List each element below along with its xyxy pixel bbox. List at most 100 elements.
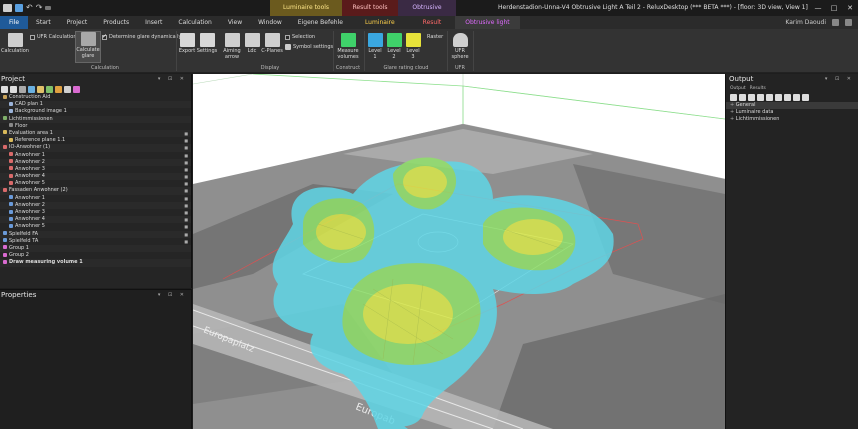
determine-glare-checkbox[interactable]: Determine glare dynamically [102,33,181,40]
aiming-arrow-button[interactable]: Aiming arrow [222,33,242,60]
menu-window[interactable]: Window [250,16,290,29]
tree-item[interactable]: Construction Aid [0,94,191,101]
tree-item[interactable]: Anwohner 2 ■ [0,201,191,209]
list-icon[interactable] [793,93,800,101]
context-tab-luminaire-tools[interactable]: Luminaire tools [270,0,342,16]
output-row-general[interactable]: + General [726,102,858,109]
view-icon[interactable] [739,93,746,101]
c-planes-button[interactable]: C-Planes [261,33,283,54]
tree-item[interactable]: Spielfeld TA ■ [0,238,191,245]
tab-output[interactable]: Output [730,86,746,91]
output-row-lichtimmissionen[interactable]: + Lichtimmissionen [726,116,858,123]
minimize-button[interactable]: — [810,0,826,16]
tree-item[interactable]: Anwohner 1 ■ [0,195,191,202]
level-1-button[interactable]: Level 1 [367,33,383,60]
menu-view[interactable]: View [220,16,250,29]
panel-controls[interactable]: ▾ ⊡ ✕ [158,290,187,300]
lock-icon[interactable]: ■ [184,144,188,151]
lock-icon[interactable]: ■ [184,130,188,137]
output-row-luminaire-data[interactable]: + Luminaire data [726,109,858,116]
area-icon[interactable] [46,85,53,93]
tree-item[interactable]: Lichtimmissionen [0,115,191,123]
tree-item[interactable]: Reference plane 1.1 ■ [0,137,191,144]
ldc-button[interactable]: Ldc [244,33,260,54]
menu-products[interactable]: Products [95,16,137,29]
table-icon[interactable] [784,93,791,101]
selection-checkbox[interactable]: Selection [285,34,315,40]
tree-item[interactable]: Anwohner 3 ■ [0,209,191,216]
pdf-icon[interactable] [748,93,755,101]
lock-icon[interactable]: ■ [184,180,188,187]
undo-icon[interactable]: ↶ [26,4,33,12]
ufr-sphere-button[interactable]: UFR sphere [450,33,470,60]
lock-icon[interactable]: ■ [184,223,188,230]
lock-icon[interactable]: ■ [184,137,188,144]
raster-button[interactable]: Raster [427,34,443,40]
tree-item[interactable]: Anwohner 5 ■ [0,180,191,187]
lock-icon[interactable]: ■ [184,216,188,223]
lock-icon[interactable]: ■ [184,195,188,202]
context-tab-result-tools[interactable]: Result tools [342,0,398,16]
layer-icon[interactable] [28,85,35,93]
tree-item[interactable]: Anwohner 3 ■ [0,166,191,173]
menu-project[interactable]: Project [59,16,96,29]
lock-icon[interactable]: ■ [184,159,188,166]
lock-icon[interactable]: ■ [184,187,188,194]
menu-calculation[interactable]: Calculation [170,16,219,29]
layout-icon[interactable] [802,93,809,101]
lock-icon[interactable]: ■ [184,238,188,245]
settings-button[interactable]: Settings [197,33,217,54]
panel-controls[interactable]: ▾ ⊡ ✕ [158,74,187,84]
folder-icon[interactable] [55,85,62,93]
menu-luminaire[interactable]: Luminaire [351,16,409,29]
menu-result[interactable]: Result [409,16,456,29]
tree-item[interactable]: Anwohner 2 ■ [0,158,191,166]
tree-item[interactable]: CAD plan 1 [0,101,191,109]
obtrusive-icon[interactable] [73,85,80,93]
save-icon[interactable] [15,4,23,12]
redo-icon[interactable]: ↷ [36,4,43,12]
help-icon[interactable] [832,19,839,26]
tree-item[interactable]: Draw measuring volume 1 [0,259,191,267]
collapse-icon[interactable] [19,85,26,93]
calculation-button[interactable]: Calculation [1,33,29,54]
menu-obtrusive-light[interactable]: Obtrusive light [455,16,520,29]
expand-icon[interactable] [10,85,17,93]
calculate-glare-button[interactable]: Calculate glare [75,31,101,63]
user-name[interactable]: Karim Daoudi [785,19,826,26]
ufr-calculation-checkbox[interactable]: UFR Calculation [30,34,77,40]
menu-file[interactable]: File [0,16,29,29]
tree-item[interactable]: Fassaden Anwohner (2) ■ [0,187,191,195]
filter-icon[interactable] [1,85,8,93]
close-button[interactable]: ✕ [842,0,858,16]
export-icon[interactable] [757,93,764,101]
customize-icon[interactable] [45,6,52,10]
options-icon[interactable] [845,19,852,26]
menu-start[interactable]: Start [28,16,59,29]
print-icon[interactable] [3,4,12,12]
lock-icon[interactable]: ■ [184,209,188,216]
level-2-button[interactable]: Level 2 [386,33,402,60]
luminaire-icon[interactable] [64,85,71,93]
export-button[interactable]: Export [179,33,195,54]
print-icon[interactable] [730,93,737,101]
tree-item[interactable]: Anwohner 5 ■ [0,223,191,230]
maximize-button[interactable]: □ [826,0,842,16]
lock-icon[interactable]: ■ [184,152,188,159]
3d-viewport[interactable]: Europaplatz Europab [193,74,725,429]
tree-item[interactable]: Anwohner 4 ■ [0,216,191,224]
menu-insert[interactable]: Insert [137,16,170,29]
tree-item[interactable]: Background image 1 [0,108,191,115]
tree-item[interactable]: Spielfeld FA ■ [0,230,191,238]
tree-item[interactable]: Group 1 [0,244,191,253]
tree-item[interactable]: Anwohner 4 ■ [0,173,191,181]
context-tab-obtrusive-light[interactable]: Obtrusive light [398,0,456,27]
lock-icon[interactable]: ■ [184,173,188,180]
group-icon[interactable] [37,85,44,93]
tree-item[interactable]: IO-Anwohner (1) ■ [0,144,191,152]
tab-results[interactable]: Results [750,86,766,91]
tree-item[interactable]: Evaluation area 1 ■ [0,129,191,138]
level-3-button[interactable]: Level 3 [405,33,421,60]
tree-item[interactable]: Anwohner 1 ■ [0,152,191,159]
settings-icon[interactable] [775,93,782,101]
